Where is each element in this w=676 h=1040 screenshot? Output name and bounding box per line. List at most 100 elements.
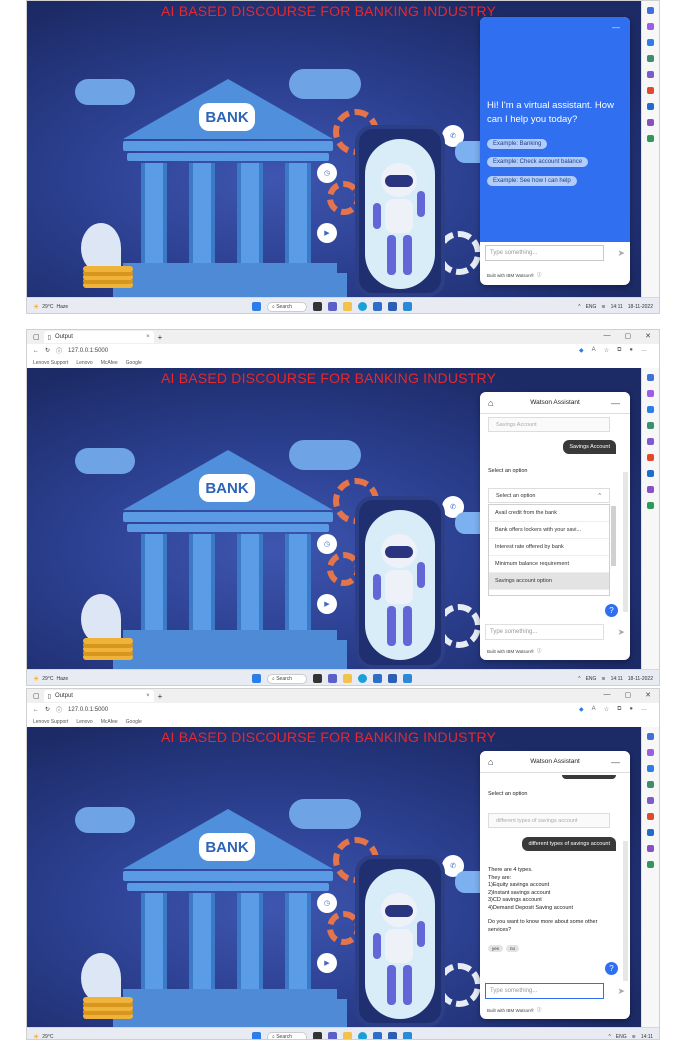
url-field[interactable]: 127.0.0.1:5000 (68, 348, 108, 354)
wifi-icon[interactable]: ≋ (601, 676, 605, 682)
bookmark-item[interactable]: Lenovo (76, 360, 92, 366)
tab-actions-icon[interactable]: ▢ (33, 692, 40, 700)
refresh-icon[interactable]: ↻ (45, 706, 50, 713)
close-window-icon[interactable]: ✕ (645, 691, 651, 699)
clock[interactable]: 14:11 (611, 304, 623, 310)
games-icon[interactable] (647, 845, 654, 852)
office-icon[interactable] (647, 454, 654, 461)
minimize-icon[interactable]: — (611, 757, 620, 767)
taskbar-search[interactable]: ⌕ Search (267, 673, 307, 684)
clock[interactable]: 14:11 (641, 1034, 653, 1040)
briefcase-icon[interactable] (647, 422, 654, 429)
tag-icon[interactable] (647, 39, 654, 46)
wifi-icon[interactable]: ≋ (632, 1034, 636, 1040)
vscode-icon[interactable] (403, 302, 412, 311)
tag-icon[interactable] (647, 406, 654, 413)
weather-widget[interactable]: ☀ 29°C (33, 1033, 53, 1040)
outlook-icon[interactable] (647, 103, 654, 110)
bookmark-item[interactable]: McAfee (101, 719, 118, 725)
bookmark-item[interactable]: McAfee (101, 360, 118, 366)
file-explorer-icon[interactable] (343, 302, 352, 311)
taskview-icon[interactable] (313, 674, 322, 683)
system-tray[interactable]: ^ ENG ≋ 14:11 18-11-2022 (578, 676, 653, 682)
url-field[interactable]: 127.0.0.1:5000 (68, 707, 108, 713)
bookmark-item[interactable]: Lenovo Support (33, 719, 68, 725)
help-icon[interactable]: ? (605, 604, 618, 617)
weather-widget[interactable]: ☀ 29°C Haze (33, 303, 68, 311)
search-icon[interactable] (647, 7, 654, 14)
bookmark-item[interactable]: Lenovo Support (33, 360, 68, 366)
outlook-icon[interactable] (647, 470, 654, 477)
info-icon[interactable]: ⓘ (56, 705, 62, 714)
tree-icon[interactable] (647, 135, 654, 142)
profile-icon[interactable]: ● (629, 706, 633, 713)
new-tab-button[interactable]: + (158, 333, 163, 342)
bookmark-item[interactable]: Google (126, 360, 142, 366)
edge-icon[interactable] (358, 674, 367, 683)
sparkle-icon[interactable] (647, 23, 654, 30)
taskview-icon[interactable] (313, 302, 322, 311)
maximize-window-icon[interactable]: ▢ (625, 332, 632, 340)
no-option[interactable]: no (506, 945, 520, 952)
windows-start-icon[interactable] (252, 674, 261, 683)
more-icon[interactable]: … (641, 706, 647, 713)
browser-tab[interactable]: ▯ Output × (43, 331, 154, 343)
home-icon[interactable]: ⌂ (488, 757, 493, 767)
tag-icon[interactable] (647, 765, 654, 772)
lang-indicator[interactable]: ENG (586, 676, 597, 682)
profile-icon[interactable]: ● (629, 347, 633, 354)
send-icon[interactable]: ➤ (617, 627, 625, 638)
close-tab-icon[interactable]: × (146, 334, 150, 340)
wifi-icon[interactable]: ≋ (601, 304, 605, 310)
briefcase-icon[interactable] (647, 55, 654, 62)
info-icon[interactable]: ⓘ (537, 648, 542, 654)
system-tray[interactable]: ^ ENG ≋ 14:11 (608, 1034, 653, 1040)
file-explorer-icon[interactable] (343, 1032, 352, 1039)
games-icon[interactable] (647, 486, 654, 493)
more-icon[interactable]: … (641, 347, 647, 354)
windows-start-icon[interactable] (252, 1032, 261, 1039)
store-icon[interactable] (373, 302, 382, 311)
extension-icon[interactable]: ◆ (579, 347, 584, 354)
send-icon[interactable]: ➤ (617, 986, 625, 997)
tab-actions-icon[interactable]: ▢ (33, 333, 40, 341)
people-icon[interactable] (647, 797, 654, 804)
dropdown-option[interactable]: Bank offers lockers with your savi... (489, 522, 609, 539)
vscode-icon[interactable] (403, 1032, 412, 1039)
tree-icon[interactable] (647, 502, 654, 509)
minimize-window-icon[interactable]: — (604, 332, 611, 340)
chevron-up-icon[interactable]: ^ (608, 1034, 610, 1040)
sparkle-icon[interactable] (647, 390, 654, 397)
new-tab-button[interactable]: + (158, 692, 163, 701)
edge-icon[interactable] (358, 302, 367, 311)
maximize-window-icon[interactable]: ▢ (625, 691, 632, 699)
office-icon[interactable] (647, 813, 654, 820)
weather-widget[interactable]: ☀ 29°C Haze (33, 675, 68, 683)
chat-app-icon[interactable] (328, 302, 337, 311)
taskview-icon[interactable] (313, 1032, 322, 1039)
example-chip[interactable]: Example: Banking (487, 139, 548, 149)
date[interactable]: 18-11-2022 (628, 304, 653, 310)
chat-app-icon[interactable] (328, 674, 337, 683)
games-icon[interactable] (647, 119, 654, 126)
dropdown-option[interactable]: Interest rate offered by bank (489, 539, 609, 556)
chat-input[interactable]: Type something... ➤ (485, 624, 625, 640)
help-icon[interactable]: ? (605, 962, 618, 975)
dropdown-scrollbar[interactable] (611, 506, 616, 566)
dropdown-option[interactable]: Savings account option (489, 573, 609, 590)
word-icon[interactable] (388, 674, 397, 683)
people-icon[interactable] (647, 438, 654, 445)
option-dropdown[interactable]: Select an option ^ (488, 488, 610, 503)
clock[interactable]: 14:11 (611, 676, 623, 682)
people-icon[interactable] (647, 71, 654, 78)
close-window-icon[interactable]: ✕ (645, 332, 651, 340)
home-icon[interactable]: ⌂ (488, 398, 493, 408)
info-icon[interactable]: ⓘ (537, 272, 542, 278)
extension-icon[interactable]: ◆ (579, 706, 584, 713)
office-icon[interactable] (647, 87, 654, 94)
chat-input[interactable]: Type something... ➤ (485, 245, 625, 261)
example-chip[interactable]: Example: Check account balance (487, 157, 589, 167)
word-icon[interactable] (388, 302, 397, 311)
chat-scrollbar[interactable] (623, 841, 628, 981)
collections-icon[interactable]: ⧉ (617, 347, 621, 354)
